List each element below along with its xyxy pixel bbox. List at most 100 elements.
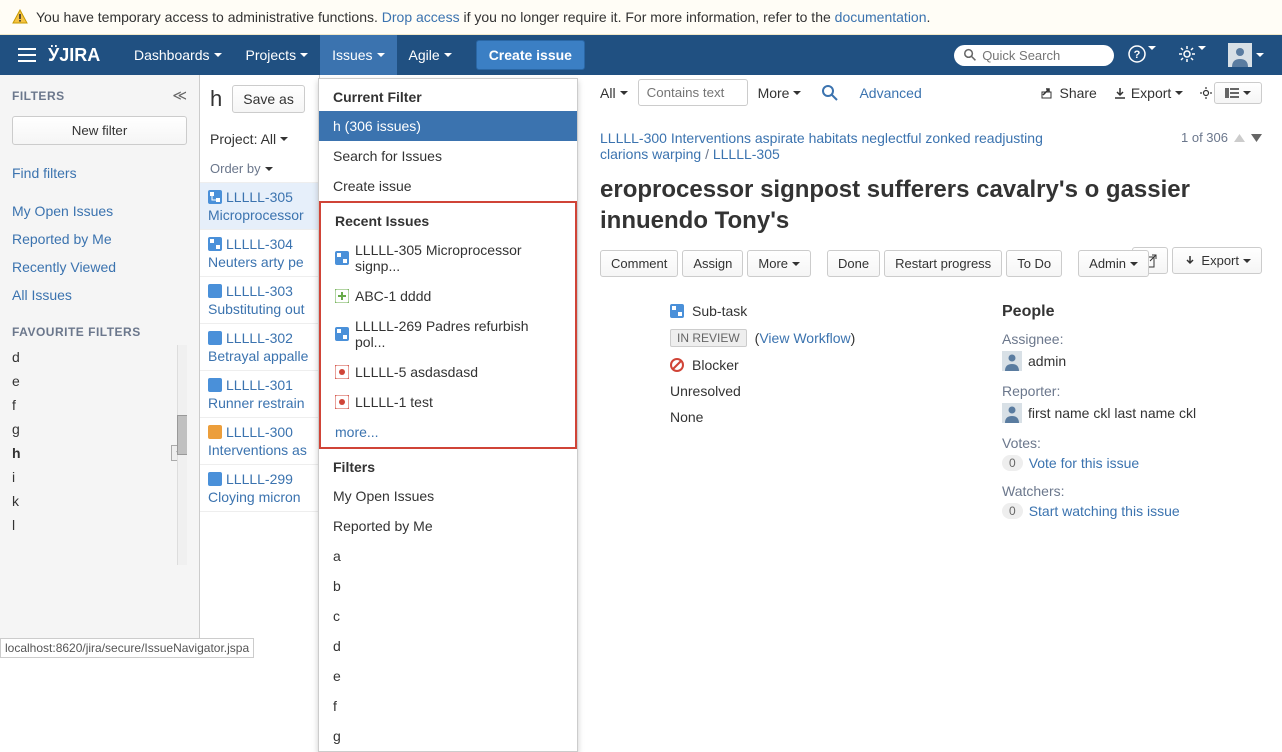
assign-button[interactable]: Assign xyxy=(682,250,743,277)
fav-filter-item-active[interactable]: h▾ xyxy=(12,441,187,465)
dd-filter-item[interactable]: Reported by Me xyxy=(319,511,577,541)
dd-filter-item[interactable]: My Open Issues xyxy=(319,481,577,511)
fav-scrollbar[interactable] xyxy=(177,345,187,565)
fav-filter-item[interactable]: k xyxy=(12,489,187,513)
caret-icon xyxy=(377,53,385,57)
done-button[interactable]: Done xyxy=(827,250,880,277)
documentation-link[interactable]: documentation xyxy=(835,9,927,25)
advanced-link[interactable]: Advanced xyxy=(859,85,921,101)
dd-label: LLLLL-1 test xyxy=(355,394,433,410)
settings-icon[interactable] xyxy=(1170,37,1214,74)
issue-list-item[interactable]: LLLLL-299 Cloying micron xyxy=(200,465,319,512)
comment-button[interactable]: Comment xyxy=(600,250,678,277)
dd-filter-item[interactable]: g xyxy=(319,721,577,751)
issue-list-item[interactable]: LLLLL-302 Betrayal appalle xyxy=(200,324,319,371)
fav-filter-item[interactable]: i xyxy=(12,465,187,489)
issue-list-item[interactable]: LLLLL-305 Microprocessor xyxy=(200,183,319,230)
dd-create-issue[interactable]: Create issue xyxy=(319,171,577,201)
issue-list-item[interactable]: LLLLL-303 Substituting out xyxy=(200,277,319,324)
issue-title: eroprocessor signpost sufferers cavalry'… xyxy=(600,174,1262,236)
export-button[interactable]: Export xyxy=(1113,85,1183,101)
issue-list-item[interactable]: LLLLL-304 Neuters arty pe xyxy=(200,230,319,277)
dd-filter-item[interactable]: d xyxy=(319,631,577,661)
restart-progress-button[interactable]: Restart progress xyxy=(884,250,1002,277)
sidebar-link[interactable]: Recently Viewed xyxy=(12,253,187,281)
quick-search-input[interactable] xyxy=(982,48,1104,63)
fav-filter-item[interactable]: l xyxy=(12,513,187,537)
dd-section-recent: Recent Issues xyxy=(321,203,575,235)
todo-button[interactable]: To Do xyxy=(1006,250,1062,277)
caret-icon xyxy=(1243,259,1251,263)
fav-scroll-thumb[interactable] xyxy=(177,415,187,455)
dd-current-filter-item[interactable]: h (306 issues) xyxy=(319,111,577,141)
labels: None xyxy=(670,409,703,425)
nav-issues[interactable]: Issues xyxy=(320,35,396,75)
sidebar-link[interactable]: All Issues xyxy=(12,281,187,309)
breadcrumb-key[interactable]: LLLLL-305 xyxy=(713,146,780,162)
issue-list-item[interactable]: LLLLL-300 Interventions as xyxy=(200,418,319,465)
more-filter[interactable]: More xyxy=(758,85,802,101)
search-icon[interactable] xyxy=(821,84,839,102)
dd-filter-item[interactable]: a xyxy=(319,541,577,571)
dd-more-link[interactable]: more... xyxy=(321,417,575,447)
issue-summary: Runner restrain xyxy=(208,395,311,411)
issue-summary: Neuters arty pe xyxy=(208,254,311,270)
more-button[interactable]: More xyxy=(747,250,811,277)
watchers-count: 0 xyxy=(1002,503,1023,519)
create-issue-button[interactable]: Create issue xyxy=(476,40,585,70)
new-filter-button[interactable]: New filter xyxy=(12,116,187,145)
reporter-name: first name ckl last name ckl xyxy=(1028,405,1196,421)
next-issue-icon[interactable] xyxy=(1251,134,1262,142)
user-menu[interactable] xyxy=(1220,35,1272,75)
share-button[interactable]: Share xyxy=(1041,85,1096,101)
dd-recent-issue[interactable]: LLLLL-5 asdasdasd xyxy=(321,357,575,387)
app-switcher-icon[interactable] xyxy=(10,40,44,70)
sidebar-link[interactable]: My Open Issues xyxy=(12,197,187,225)
dd-recent-issue[interactable]: LLLLL-305 Microprocessor signp... xyxy=(321,235,575,281)
dd-filter-item[interactable]: c xyxy=(319,601,577,631)
btn-label: Admin xyxy=(1089,256,1126,271)
fav-filter-item[interactable]: g xyxy=(12,417,187,441)
fav-filter-item[interactable]: e xyxy=(12,369,187,393)
fav-filter-item[interactable]: f xyxy=(12,393,187,417)
nav-projects[interactable]: Projects xyxy=(234,35,321,75)
filter-label: Project: All xyxy=(210,131,276,147)
dd-search-issues[interactable]: Search for Issues xyxy=(319,141,577,171)
project-filter[interactable]: Project: All xyxy=(210,131,288,147)
nav-dashboards[interactable]: Dashboards xyxy=(122,35,234,75)
dd-recent-issue[interactable]: ABC-1 dddd xyxy=(321,281,575,311)
jira-logo[interactable]: ӰJIRA xyxy=(48,44,110,66)
export-button-2[interactable]: Export xyxy=(1172,247,1262,274)
find-filters-link[interactable]: Find filters xyxy=(12,159,187,187)
save-as-button[interactable]: Save as xyxy=(232,85,305,113)
nav-label: Projects xyxy=(246,47,297,63)
fav-label: h xyxy=(12,445,21,461)
view-workflow-link[interactable]: View Workflow xyxy=(759,330,850,346)
dd-recent-issue[interactable]: LLLLL-1 test xyxy=(321,387,575,417)
search-icon xyxy=(964,48,976,62)
sidebar-link[interactable]: Reported by Me xyxy=(12,225,187,253)
fav-filter-item[interactable]: d xyxy=(12,345,187,369)
help-icon[interactable]: ? xyxy=(1120,37,1164,74)
quick-search[interactable] xyxy=(954,45,1114,66)
prev-issue-icon[interactable] xyxy=(1234,134,1245,142)
vote-link[interactable]: Vote for this issue xyxy=(1029,455,1140,471)
watch-link[interactable]: Start watching this issue xyxy=(1029,503,1180,519)
breadcrumb-parent2[interactable]: clarions warping xyxy=(600,146,701,162)
dd-recent-issue[interactable]: LLLLL-269 Padres refurbish pol... xyxy=(321,311,575,357)
contains-text-input[interactable] xyxy=(638,79,748,106)
order-by[interactable]: Order by xyxy=(200,155,319,183)
breadcrumb-parent[interactable]: LLLLL-300 Interventions aspirate habitat… xyxy=(600,130,1043,146)
drop-access-link[interactable]: Drop access xyxy=(382,9,460,25)
view-toggle[interactable] xyxy=(1214,82,1262,104)
status-bar-url: localhost:8620/jira/secure/IssueNavigato… xyxy=(0,638,254,658)
issue-list-item[interactable]: LLLLL-301 Runner restrain xyxy=(200,371,319,418)
admin-button[interactable]: Admin xyxy=(1078,250,1149,277)
dd-filter-item[interactable]: e xyxy=(319,661,577,691)
nav-agile[interactable]: Agile xyxy=(397,35,464,75)
dd-filter-item[interactable]: b xyxy=(319,571,577,601)
dd-filter-item[interactable]: f xyxy=(319,691,577,721)
collapse-sidebar-icon[interactable]: ≪ xyxy=(172,87,187,104)
all-filter[interactable]: All xyxy=(600,85,628,101)
caret-icon xyxy=(1175,91,1183,95)
